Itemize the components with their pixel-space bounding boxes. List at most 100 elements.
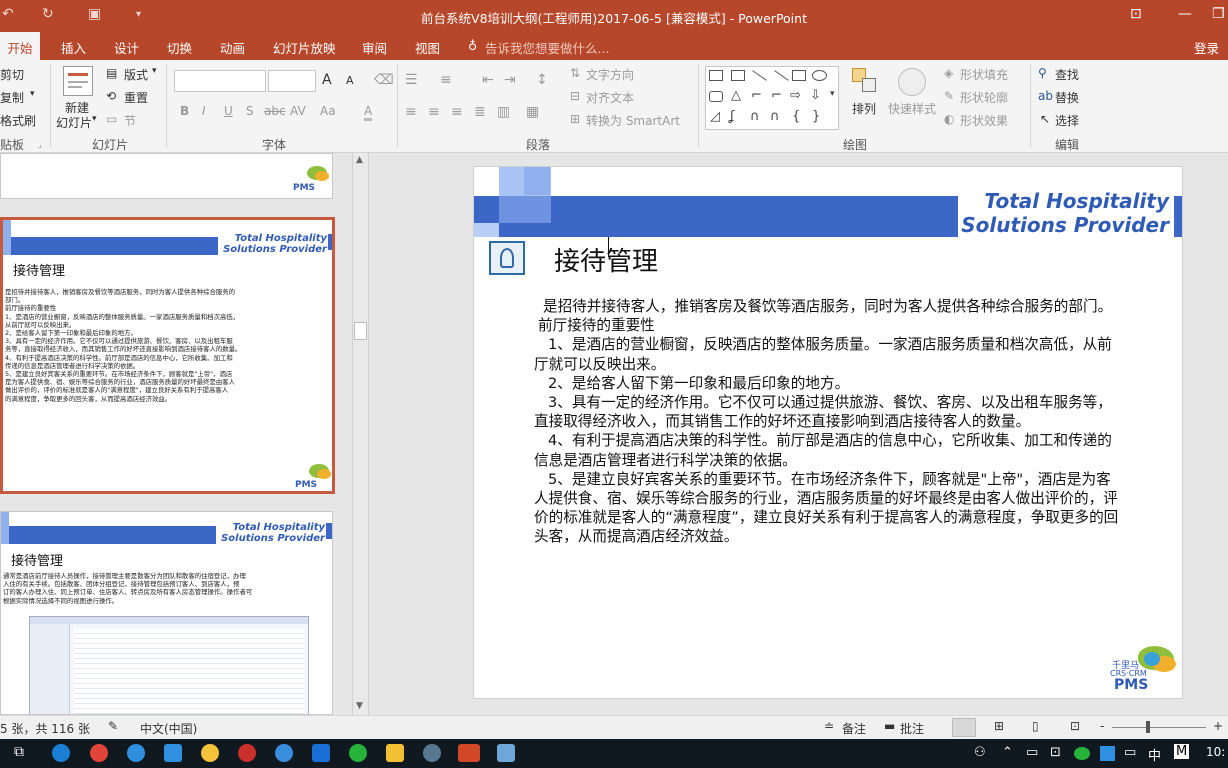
text-direction-button[interactable]: 文字方向 (586, 66, 634, 83)
font-size-combo[interactable] (268, 70, 316, 92)
slide-canvas[interactable]: Total Hospitality Solutions Provider 接待管… (473, 166, 1183, 699)
thumbnail-scrollbar[interactable]: ▲ ▼ (352, 153, 369, 715)
powerpoint-icon[interactable] (458, 744, 480, 762)
shadow-button[interactable]: S (246, 104, 254, 118)
file-explorer-icon[interactable] (386, 744, 404, 762)
restore-icon[interactable]: ❐ (1212, 6, 1225, 22)
app-icon[interactable] (275, 744, 293, 762)
shrink-font-button[interactable]: A (346, 74, 354, 87)
slide-thumbnail-5[interactable]: Total Hospitality Solutions Provider 接待管理… (0, 217, 335, 494)
tab-insert[interactable]: 插入 (61, 38, 86, 57)
arrange-button[interactable]: 排列 (852, 100, 876, 117)
layout-button[interactable]: 版式 (124, 66, 148, 83)
font-name-combo[interactable] (174, 70, 266, 92)
scroll-down-icon[interactable]: ▼ (356, 701, 363, 711)
keyboard-indicator[interactable]: M (1174, 744, 1190, 759)
shape-fill-button[interactable]: 形状填充 (960, 66, 1008, 83)
clock[interactable]: 10: (1206, 745, 1225, 759)
edge-icon[interactable] (52, 744, 70, 762)
app-icon[interactable] (312, 744, 330, 762)
numbering-icon[interactable]: ≡ (440, 72, 452, 88)
zoom-in-button[interactable]: + (1213, 719, 1223, 733)
people-icon[interactable]: ⚇ (974, 745, 986, 760)
zoom-slider-thumb[interactable] (1146, 721, 1150, 733)
wechat-tray-icon[interactable] (1074, 747, 1090, 760)
new-slide-icon[interactable] (63, 66, 93, 96)
replace-button[interactable]: 替换 (1055, 89, 1079, 106)
slide-title[interactable]: 接待管理 (554, 241, 658, 278)
notes-button[interactable]: 备注 (842, 720, 866, 737)
tray-app-icon[interactable] (1100, 746, 1115, 761)
scroll-up-icon[interactable]: ▲ (356, 155, 363, 165)
increase-indent-icon[interactable]: ⇥ (504, 72, 516, 88)
strikethrough-button[interactable]: abc (264, 104, 286, 118)
tab-transitions[interactable]: 切换 (167, 38, 192, 57)
clear-formatting-icon[interactable]: ⌫ (374, 72, 394, 88)
tab-view[interactable]: 视图 (415, 38, 440, 57)
find-button[interactable]: 查找 (1055, 66, 1079, 83)
line-spacing-icon[interactable]: ↕ (536, 72, 548, 88)
bullets-icon[interactable]: ☰ (405, 72, 418, 88)
tab-animations[interactable]: 动画 (220, 38, 245, 57)
slide-thumbnail-6[interactable]: Total Hospitality Solutions Provider 接待管理… (0, 511, 333, 715)
tab-review[interactable]: 审阅 (362, 38, 387, 57)
tab-home[interactable]: 开始 (0, 32, 40, 60)
slide-thumbnail-4[interactable]: PMS (0, 153, 333, 199)
shape-effects-button[interactable]: 形状效果 (960, 112, 1008, 129)
spellcheck-icon[interactable]: ✎ (108, 719, 118, 733)
app-icon[interactable] (201, 744, 219, 762)
chevron-down-icon[interactable]: ▾ (30, 89, 35, 99)
slideshow-icon[interactable]: ⊡ (1070, 719, 1080, 733)
wechat-icon[interactable] (349, 744, 367, 762)
change-case-button[interactable]: Aa (320, 104, 336, 118)
align-right-icon[interactable]: ≡ (451, 104, 463, 120)
slide-sorter-icon[interactable]: ⊞ (994, 719, 1004, 733)
language-indicator[interactable]: 中文(中国) (140, 720, 197, 737)
shapes-gallery[interactable]: △ ⌐ ⌐ ⇨ ⇩ ◿ ʆ ∩ ∩ { } ▾ (705, 66, 839, 130)
battery-icon[interactable]: ▭ (1026, 745, 1038, 760)
network-icon[interactable]: ⊡ (1050, 745, 1061, 760)
copy-button[interactable]: 复制 (0, 89, 24, 106)
normal-view-icon[interactable] (952, 718, 976, 737)
quick-styles-button[interactable]: 快速样式 (888, 100, 936, 117)
shape-outline-button[interactable]: 形状轮廓 (960, 89, 1008, 106)
notification-icon[interactable]: ▭ (1124, 745, 1136, 760)
char-spacing-icon[interactable]: AV (290, 104, 306, 118)
app-icon[interactable] (238, 744, 256, 762)
align-text-button[interactable]: 对齐文本 (586, 89, 634, 106)
justify-icon[interactable]: ≣ (474, 104, 486, 120)
minimize-icon[interactable]: — (1178, 6, 1192, 22)
zoom-out-button[interactable]: - (1100, 719, 1104, 733)
align-left-icon[interactable]: ≡ (405, 104, 417, 120)
bold-button[interactable]: B (180, 104, 189, 118)
reset-button[interactable]: 重置 (124, 89, 148, 106)
ime-indicator[interactable]: 中 (1148, 745, 1161, 764)
columns-icon[interactable]: ▦ (526, 104, 539, 120)
new-slide-label[interactable]: 幻灯片 (56, 114, 92, 131)
tab-design[interactable]: 设计 (114, 38, 139, 57)
zoom-slider-track[interactable] (1112, 727, 1206, 728)
decrease-indent-icon[interactable]: ⇤ (482, 72, 494, 88)
comments-button[interactable]: 批注 (900, 720, 924, 737)
distributed-icon[interactable]: ▥ (497, 104, 510, 120)
app-icon[interactable] (423, 744, 441, 762)
task-view-icon[interactable]: ⧉ (14, 744, 24, 760)
grow-font-button[interactable]: A (322, 72, 332, 88)
chevron-up-icon[interactable]: ⌃ (1002, 745, 1013, 760)
slide-body-text[interactable]: 是招待并接待客人，推销客房及餐饮等酒店服务，同时为客人提供各种综合服务的部门。 … (534, 297, 1119, 547)
italic-button[interactable]: I (202, 104, 206, 118)
dialog-launcher-icon[interactable]: ⌟ (38, 140, 42, 149)
align-center-icon[interactable]: ≡ (428, 104, 440, 120)
chevron-down-icon[interactable]: ▾ (152, 66, 157, 76)
browser-icon[interactable] (127, 744, 145, 762)
underline-button[interactable]: U (224, 104, 233, 118)
ribbon-display-options-icon[interactable]: ⊡ (1130, 6, 1142, 22)
cut-button[interactable]: 剪切 (0, 66, 24, 83)
sign-in-link[interactable]: 登录 (1194, 38, 1219, 57)
select-button[interactable]: 选择 (1055, 112, 1079, 129)
format-painter-button[interactable]: 格式刷 (0, 112, 36, 129)
reading-view-icon[interactable]: ▯ (1032, 719, 1039, 733)
scroll-thumb[interactable] (354, 322, 367, 340)
section-button[interactable]: 节 (124, 112, 136, 129)
tab-slideshow[interactable]: 幻灯片放映 (273, 38, 336, 57)
